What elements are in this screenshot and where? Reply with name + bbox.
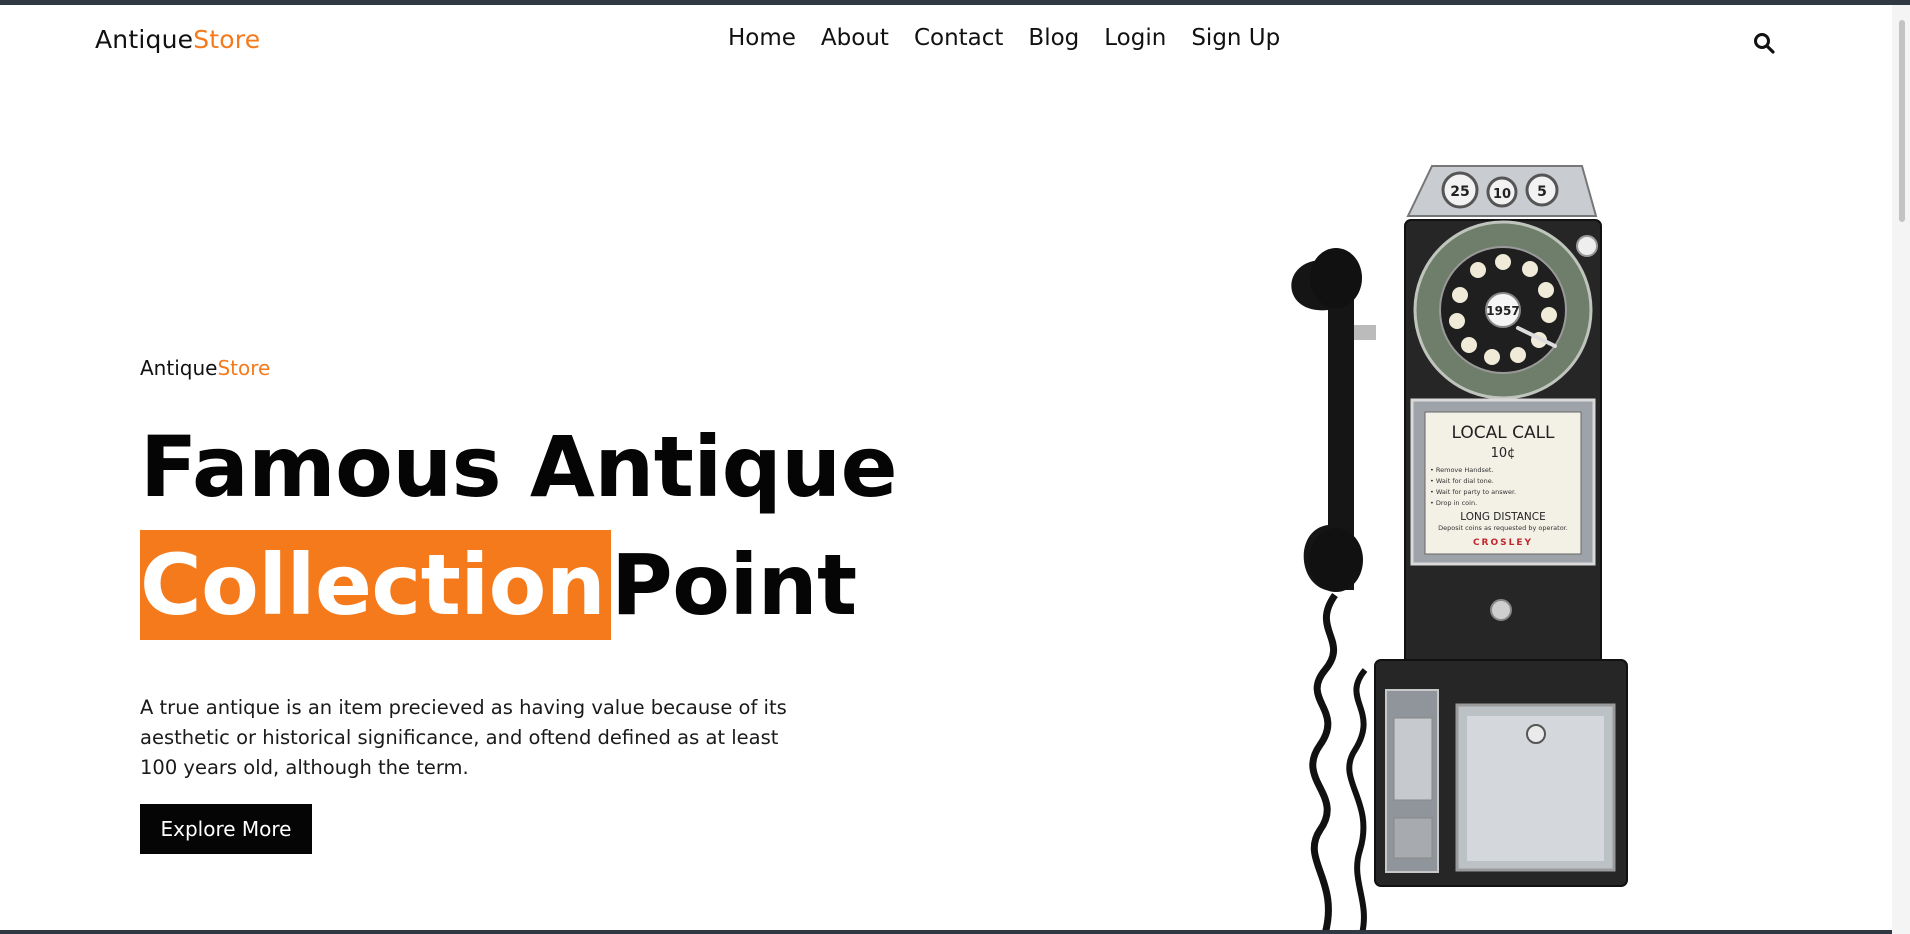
dial-center-label: 1957 [1486,304,1519,318]
site-header: AntiqueStore Home About Contact Blog Log… [0,5,1892,75]
card-instruction-1: • Remove Handset. [1430,466,1493,474]
main-nav: Home About Contact Blog Login Sign Up [728,25,1280,51]
explore-more-button[interactable]: Explore More [140,804,312,854]
card-instruction-4: • Drop in coin. [1430,499,1477,507]
hero-eyebrow-antique: Antique [140,356,218,380]
nav-home[interactable]: Home [728,25,796,51]
hero-title-highlight: Collection [140,530,612,640]
bottom-border [0,930,1892,934]
hero-eyebrow-store: Store [217,356,271,380]
nav-blog[interactable]: Blog [1028,25,1079,51]
card-instruction-2: • Wait for dial tone. [1430,477,1494,485]
logo-text-store: Store [193,25,261,54]
card-footer: LONG DISTANCE [1460,511,1546,523]
hero-description: A true antique is an item precieved as h… [140,695,787,779]
coin-slot-25: 25 [1450,184,1469,200]
card-title: LOCAL CALL [1451,423,1555,443]
hero-eyebrow: AntiqueStore [140,356,270,380]
hero-title: Famous Antique CollectionPoint [140,408,898,644]
site-logo[interactable]: AntiqueStore [95,25,260,54]
nav-contact[interactable]: Contact [914,25,1003,51]
scrollbar-thumb[interactable] [1899,20,1905,222]
coin-slot-10: 10 [1493,187,1511,202]
hero-title-end: Point [611,536,857,634]
search-icon[interactable] [1752,31,1776,55]
card-instruction-3: • Wait for party to answer. [1430,488,1516,496]
coin-slot-5: 5 [1537,184,1547,200]
card-brand: CROSLEY [1473,538,1533,548]
hero-title-line1: Famous Antique [140,418,898,516]
nav-about[interactable]: About [821,25,889,51]
nav-sign-up[interactable]: Sign Up [1191,25,1280,51]
card-subtext: Deposit coins as requested by operator. [1438,524,1568,532]
card-price: 10¢ [1491,446,1516,461]
logo-text-antique: Antique [95,25,194,54]
nav-login[interactable]: Login [1104,25,1166,51]
antique-payphone-image: 25 10 5 1957 LOCAL CALL 10¢ • Remove Han… [1291,165,1628,934]
